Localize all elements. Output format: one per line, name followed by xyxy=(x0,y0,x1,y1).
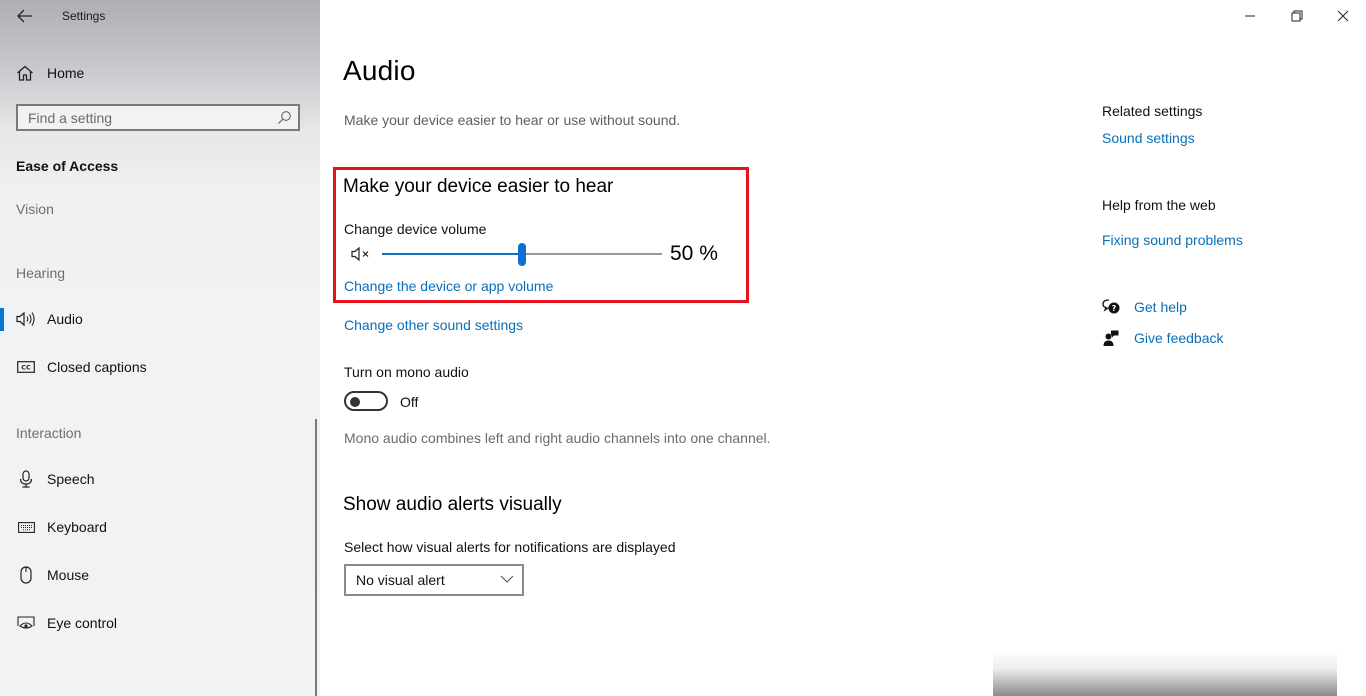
minimize-icon xyxy=(1245,15,1255,17)
sidebar-home[interactable]: Home xyxy=(16,62,84,84)
sidebar-item-label: Eye control xyxy=(47,615,118,631)
home-label: Home xyxy=(47,65,85,81)
mono-audio-description: Mono audio combines left and right audio… xyxy=(344,430,771,446)
restore-button[interactable] xyxy=(1274,0,1320,32)
mono-audio-toggle[interactable] xyxy=(344,391,388,411)
volume-label: Change device volume xyxy=(344,221,487,237)
svg-text:CC: CC xyxy=(21,364,31,372)
dropdown-value: No visual alert xyxy=(356,572,445,588)
back-arrow-icon xyxy=(17,9,32,23)
sidebar: Settings Home Ease of Access Vision Hear… xyxy=(0,0,320,696)
visual-alerts-title: Show audio alerts visually xyxy=(343,494,562,515)
chevron-down-icon xyxy=(500,575,514,583)
keyboard-icon xyxy=(16,517,36,537)
slider-thumb[interactable] xyxy=(518,243,526,266)
closed-captions-icon: CC xyxy=(16,357,36,377)
group-header-hearing: Hearing xyxy=(16,265,66,281)
page-description: Make your device easier to hear or use w… xyxy=(344,112,681,128)
speaker-muted-icon xyxy=(351,246,369,262)
svg-text:?: ? xyxy=(1112,304,1117,313)
mono-audio-label: Turn on mono audio xyxy=(344,364,469,380)
sidebar-item-closed-captions[interactable]: CC Closed captions xyxy=(0,352,316,382)
close-icon xyxy=(1337,10,1349,22)
other-sound-settings-link[interactable]: Change other sound settings xyxy=(344,317,523,333)
app-title: Settings xyxy=(62,9,106,23)
slider-fill xyxy=(382,253,522,255)
visual-alert-dropdown[interactable]: No visual alert xyxy=(344,564,524,596)
home-icon xyxy=(17,65,33,81)
sidebar-item-eye-control[interactable]: Eye control xyxy=(0,608,316,638)
section-title: Ease of Access xyxy=(16,158,119,174)
toggle-knob xyxy=(350,397,360,407)
eye-control-icon xyxy=(16,613,36,633)
mono-audio-state: Off xyxy=(400,394,419,410)
sidebar-item-label: Mouse xyxy=(47,567,90,583)
restore-icon xyxy=(1291,10,1303,22)
get-help-icon: ? xyxy=(1102,298,1120,316)
help-from-web-header: Help from the web xyxy=(1102,197,1216,213)
visual-alerts-label: Select how visual alerts for notificatio… xyxy=(344,539,676,555)
sidebar-scrollbar[interactable] xyxy=(315,419,317,696)
volume-value: 50 % xyxy=(670,242,718,265)
volume-slider[interactable] xyxy=(382,243,662,267)
group-header-vision: Vision xyxy=(16,201,54,217)
get-help-label: Get help xyxy=(1134,299,1187,315)
give-feedback-icon xyxy=(1102,329,1120,347)
sound-settings-link[interactable]: Sound settings xyxy=(1102,130,1195,146)
sidebar-item-speech[interactable]: Speech xyxy=(0,464,316,494)
back-button[interactable] xyxy=(12,4,38,28)
app-volume-link[interactable]: Change the device or app volume xyxy=(344,278,553,294)
page-title: Audio xyxy=(343,55,416,86)
sidebar-item-label: Speech xyxy=(47,471,95,487)
microphone-icon xyxy=(16,469,36,489)
minimize-button[interactable] xyxy=(1227,0,1273,32)
search-box[interactable] xyxy=(16,104,300,131)
sidebar-item-mouse[interactable]: Mouse xyxy=(0,560,316,590)
sidebar-item-keyboard[interactable]: Keyboard xyxy=(0,512,316,542)
sidebar-item-label: Keyboard xyxy=(47,519,107,535)
search-icon[interactable] xyxy=(277,110,292,125)
sidebar-item-audio[interactable]: Audio xyxy=(0,304,316,334)
sidebar-item-label: Closed captions xyxy=(47,359,147,375)
give-feedback-link[interactable]: Give feedback xyxy=(1102,327,1224,349)
hear-section-title: Make your device easier to hear xyxy=(343,176,614,197)
sidebar-item-label: Audio xyxy=(47,311,83,327)
search-input[interactable] xyxy=(18,106,278,129)
close-button[interactable] xyxy=(1320,0,1366,32)
group-header-interaction: Interaction xyxy=(16,425,82,441)
mute-button[interactable] xyxy=(351,246,373,267)
bottom-shadow-artifact xyxy=(993,650,1337,696)
give-feedback-label: Give feedback xyxy=(1134,330,1224,346)
fixing-sound-problems-link[interactable]: Fixing sound problems xyxy=(1102,232,1243,248)
get-help-link[interactable]: ? Get help xyxy=(1102,296,1187,318)
speaker-icon xyxy=(16,309,36,329)
selected-indicator xyxy=(0,308,4,331)
related-settings-header: Related settings xyxy=(1102,103,1203,119)
mouse-icon xyxy=(16,565,36,585)
